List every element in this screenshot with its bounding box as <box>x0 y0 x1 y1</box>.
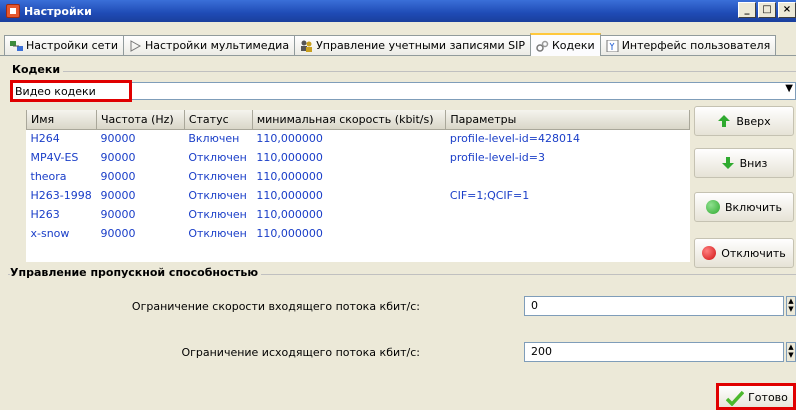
move-down-label: Вниз <box>739 156 768 170</box>
highlight-box-done <box>716 383 796 410</box>
cell-name: H264 <box>30 132 60 146</box>
table-row[interactable]: H263-1998 90000 Отключен 110,000000 CIF=… <box>27 186 690 205</box>
cell-frequency: 90000 <box>100 189 136 202</box>
tab-sip-accounts-label: Управление учетными записями SIP <box>316 39 525 52</box>
cell-name: x-snow <box>30 227 70 240</box>
move-up-button[interactable]: Вверх <box>694 106 794 136</box>
cell-frequency: 90000 <box>100 132 136 146</box>
maximize-button[interactable]: □ <box>758 2 776 18</box>
cell-params <box>446 205 690 224</box>
column-header-name[interactable]: Имя <box>26 110 97 130</box>
app-icon <box>6 4 20 18</box>
table-row[interactable]: x-snow 90000 Отключен 110,000000 <box>27 224 690 243</box>
codecs-group-title: Кодеки <box>12 63 64 76</box>
settings-window: Настройки _ □ × Настройки сети Настройки… <box>0 0 796 410</box>
arrow-down-icon <box>721 157 734 169</box>
tab-codecs-label: Кодеки <box>551 39 595 52</box>
tab-user-interface[interactable]: Интерфейс пользователя <box>599 35 777 55</box>
incoming-limit-label: Ограничение скорости входящего потока кб… <box>131 300 420 313</box>
cell-status: Отключен <box>188 227 247 240</box>
minimize-button[interactable]: _ <box>738 2 756 18</box>
tab-codecs[interactable]: Кодеки <box>529 33 601 56</box>
move-down-button[interactable]: Вниз <box>694 148 794 178</box>
users-icon <box>301 40 313 52</box>
tab-multimedia[interactable]: Настройки мультимедиа <box>123 35 296 55</box>
cell-status: Включен <box>188 132 240 146</box>
enable-button[interactable]: Включить <box>694 192 794 222</box>
cell-status: Отключен <box>188 170 247 183</box>
outgoing-limit-spinner[interactable]: ▲ ▼ <box>786 342 796 362</box>
cell-params: profile-level-id=3 <box>449 151 545 164</box>
cell-status: Отключен <box>188 151 247 164</box>
codecs-table: Имя Частота (Hz) Статус минимальная скор… <box>26 110 690 262</box>
cell-name: H263 <box>30 208 60 221</box>
arrow-up-icon <box>718 115 731 127</box>
cell-params: CIF=1;QCIF=1 <box>449 189 530 202</box>
tab-network[interactable]: Настройки сети <box>4 35 124 55</box>
play-triangle-icon <box>130 39 142 52</box>
disable-button[interactable]: Отключить <box>694 238 794 268</box>
disable-label: Отключить <box>721 246 786 260</box>
network-icon <box>10 40 23 51</box>
user-interface-icon <box>606 39 619 52</box>
cell-frequency: 90000 <box>100 151 136 164</box>
tab-multimedia-label: Настройки мультимедиа <box>145 39 290 52</box>
title-bar[interactable]: Настройки _ □ × <box>0 0 796 22</box>
cell-min-rate: 110,000000 <box>256 208 323 221</box>
enable-label: Включить <box>724 200 783 214</box>
close-button[interactable]: × <box>778 2 796 18</box>
cell-name: H263-1998 <box>30 189 92 202</box>
column-header-params[interactable]: Параметры <box>445 110 690 130</box>
highlight-box-codec-type <box>10 80 132 102</box>
column-header-min-rate[interactable]: минимальная скорость (kbit/s) <box>251 110 447 130</box>
table-row[interactable]: H263 90000 Отключен 110,000000 <box>27 205 690 224</box>
cell-params <box>446 224 690 243</box>
red-circle-icon <box>702 246 717 260</box>
cell-frequency: 90000 <box>100 208 136 221</box>
table-header-row: Имя Частота (Hz) Статус минимальная скор… <box>26 110 690 130</box>
cell-name: theora <box>30 170 67 183</box>
cell-params: profile-level-id=428014 <box>449 132 580 146</box>
incoming-limit-spinner[interactable]: ▲ ▼ <box>786 296 796 316</box>
window-controls: _ □ × <box>738 2 796 18</box>
cell-min-rate: 110,000000 <box>256 132 323 146</box>
green-circle-icon <box>705 200 720 214</box>
outgoing-limit-label: Ограничение исходящего потока кбит/с: <box>181 346 420 359</box>
cell-min-rate: 110,000000 <box>256 170 323 183</box>
cell-params <box>446 167 690 186</box>
column-header-frequency[interactable]: Частота (Hz) <box>95 110 185 130</box>
window-title: Настройки <box>24 4 92 18</box>
cell-min-rate: 110,000000 <box>256 189 323 202</box>
tab-network-label: Настройки сети <box>26 39 118 52</box>
cell-frequency: 90000 <box>100 170 136 183</box>
gears-icon <box>536 40 549 52</box>
cell-frequency: 90000 <box>100 227 136 240</box>
column-header-status[interactable]: Статус <box>183 110 253 130</box>
table-row[interactable]: H264 90000 Включен 110,000000 profile-le… <box>27 129 690 148</box>
tab-user-interface-label: Интерфейс пользователя <box>621 39 771 52</box>
cell-status: Отключен <box>188 208 247 221</box>
bandwidth-group-title: Управление пропускной способностью <box>10 266 262 279</box>
codecs-group-border <box>12 71 796 72</box>
cell-min-rate: 110,000000 <box>256 151 323 164</box>
move-up-label: Вверх <box>736 114 771 128</box>
table-row[interactable]: MP4V-ES 90000 Отключен 110,000000 profil… <box>27 148 690 167</box>
tab-sip-accounts[interactable]: Управление учетными записями SIP <box>294 35 531 55</box>
chevron-down-icon[interactable]: ▼ <box>785 83 793 94</box>
cell-status: Отключен <box>188 189 247 202</box>
cell-name: MP4V-ES <box>30 151 79 164</box>
outgoing-limit-input[interactable]: 200 <box>524 342 784 362</box>
incoming-limit-input[interactable]: 0 <box>524 296 784 316</box>
settings-tabs: Настройки сети Настройки мультимедиа Упр… <box>0 33 796 56</box>
cell-min-rate: 110,000000 <box>256 227 323 240</box>
table-row[interactable]: theora 90000 Отключен 110,000000 <box>27 167 690 186</box>
